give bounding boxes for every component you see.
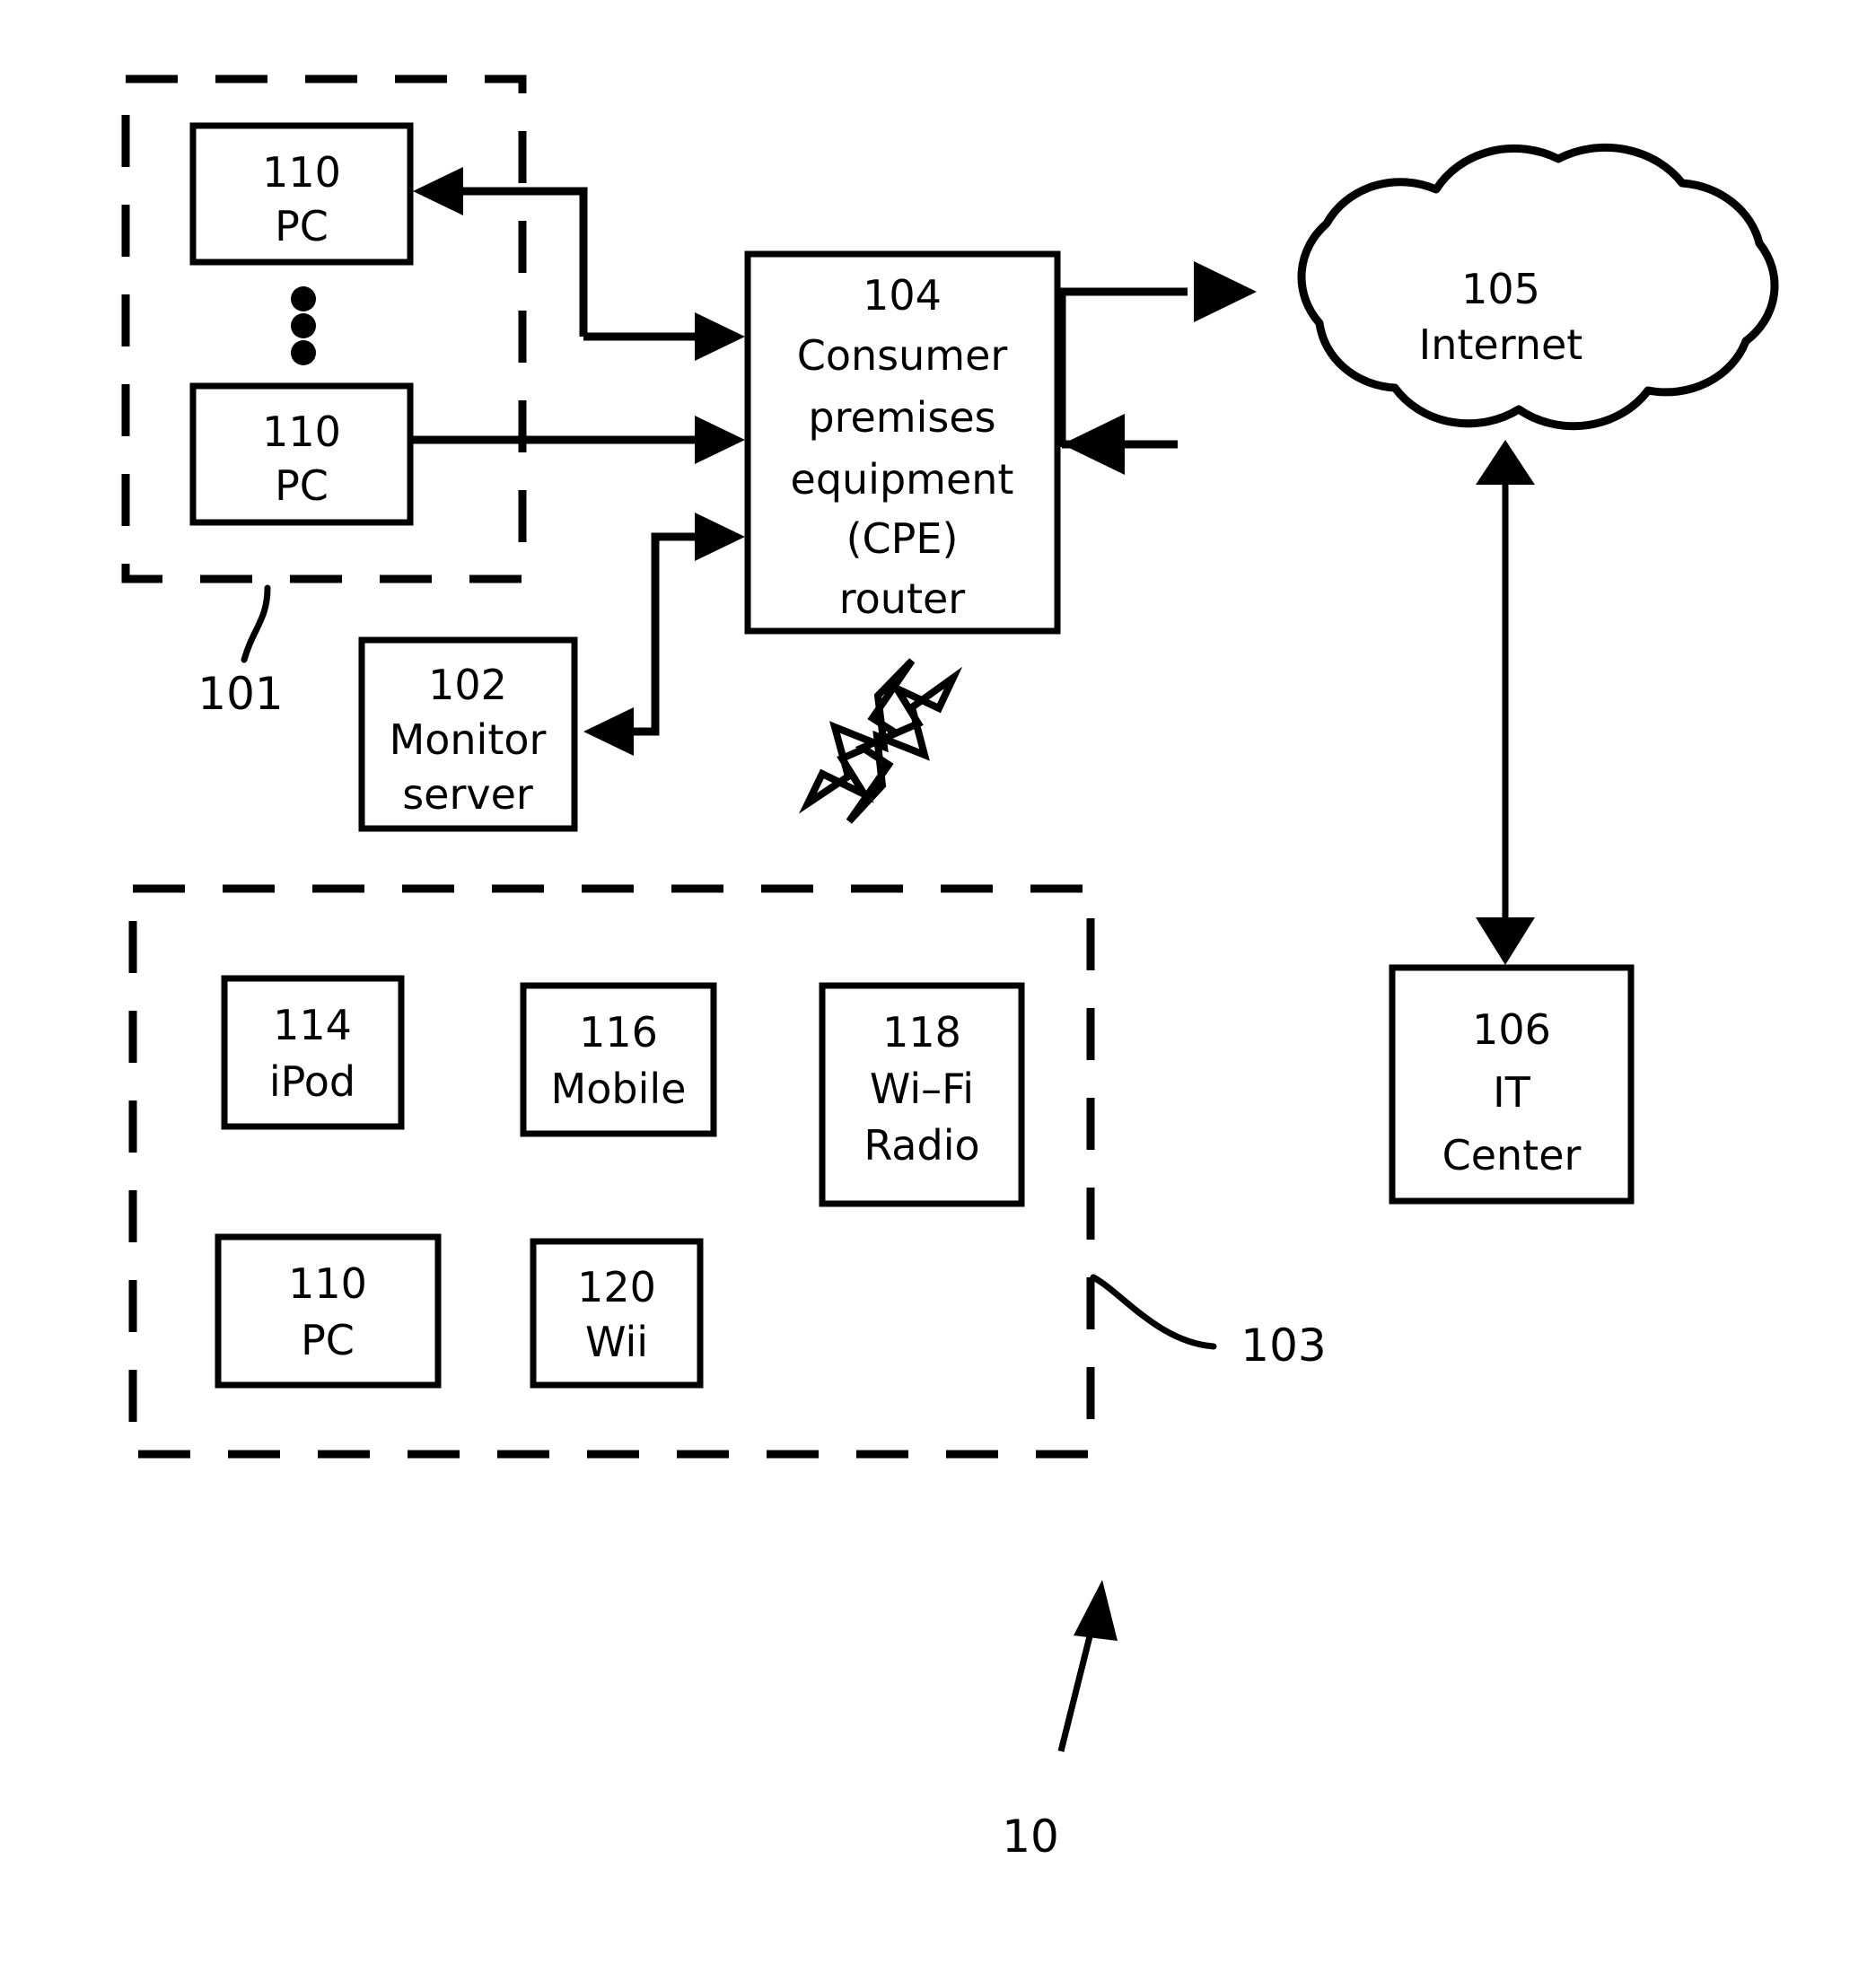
node-pc-wireless[interactable]: 110 PC bbox=[215, 1233, 442, 1389]
node-pc-wireless-line-0: 110 bbox=[288, 1259, 367, 1308]
node-mobile-line-0: 116 bbox=[579, 1008, 658, 1057]
node-pc-bottom-line-0: 110 bbox=[262, 408, 341, 456]
leader-line-101 bbox=[241, 584, 271, 663]
node-wifi-radio[interactable]: 118 Wi–Fi Radio bbox=[819, 982, 1025, 1207]
connector-cpe-to-monitor bbox=[619, 532, 709, 736]
node-pc-bottom[interactable]: 110 PC bbox=[189, 382, 414, 526]
network-diagram: 101 103 10 110 PC 110 PC 104 Consumer pr… bbox=[121, 75, 1779, 1863]
node-internet-line-1: Internet bbox=[1419, 320, 1583, 369]
node-monitor-line-1: Monitor bbox=[390, 715, 547, 764]
node-it-center-line-2: Center bbox=[1442, 1131, 1582, 1179]
ref-label-103: 103 bbox=[1240, 1320, 1326, 1372]
arrowhead-pc-top bbox=[413, 167, 463, 215]
node-pc-top-line-1: PC bbox=[275, 202, 329, 250]
arrowhead-cpe-in-3 bbox=[695, 513, 745, 561]
node-monitor-line-0: 102 bbox=[428, 661, 507, 709]
node-internet-line-0: 105 bbox=[1461, 265, 1540, 313]
node-pc-top-line-0: 110 bbox=[262, 148, 341, 197]
arrowhead-cpe-downstream bbox=[1062, 414, 1125, 475]
ellipsis-dot-2 bbox=[291, 313, 316, 338]
node-cpe-line-2: premises bbox=[808, 393, 995, 442]
arrowhead-monitor bbox=[583, 707, 634, 756]
node-monitor-server[interactable]: 102 Monitor server bbox=[358, 636, 578, 832]
node-it-center-line-1: IT bbox=[1493, 1068, 1531, 1117]
leader-line-103 bbox=[1090, 1274, 1217, 1350]
node-wii[interactable]: 120 Wii bbox=[530, 1238, 704, 1389]
node-internet-cloud[interactable]: 105 Internet bbox=[1297, 143, 1779, 431]
node-monitor-line-2: server bbox=[402, 770, 533, 819]
node-wifi-radio-line-2: Radio bbox=[863, 1121, 979, 1170]
arrowhead-internet-in bbox=[1194, 261, 1257, 322]
node-ipod-line-1: iPod bbox=[269, 1057, 355, 1106]
ellipsis-dot-3 bbox=[291, 340, 316, 365]
node-cpe-line-4: (CPE) bbox=[846, 514, 959, 563]
node-it-center-line-0: 106 bbox=[1472, 1005, 1551, 1054]
ellipsis-dot-1 bbox=[291, 286, 316, 311]
node-it-center[interactable]: 106 IT Center bbox=[1389, 964, 1635, 1205]
ref-label-101: 101 bbox=[197, 668, 283, 720]
node-cpe-line-0: 104 bbox=[863, 271, 942, 320]
node-cpe-line-1: Consumer bbox=[797, 331, 1008, 380]
node-wii-line-1: Wii bbox=[585, 1318, 648, 1366]
arrowhead-cpe-in-2 bbox=[695, 416, 745, 464]
node-pc-top[interactable]: 110 PC bbox=[189, 122, 414, 266]
node-ipod[interactable]: 114 iPod bbox=[221, 975, 405, 1130]
leader-line-figure-10 bbox=[1057, 1621, 1097, 1752]
patent-figure-canvas: 101 103 10 110 PC 110 PC 104 Consumer pr… bbox=[0, 0, 1876, 1964]
ref-label-figure-10: 10 bbox=[1002, 1811, 1059, 1863]
node-mobile-line-1: Mobile bbox=[551, 1065, 687, 1113]
node-wifi-radio-line-0: 118 bbox=[882, 1008, 961, 1057]
node-wii-line-0: 120 bbox=[577, 1263, 656, 1311]
node-pc-wireless-line-1: PC bbox=[301, 1316, 355, 1364]
arrowhead-cpe-in-1 bbox=[695, 312, 745, 361]
arrowhead-figure-10 bbox=[1074, 1580, 1118, 1641]
node-ipod-line-0: 114 bbox=[273, 1001, 352, 1049]
connector-cpe-to-pc-top bbox=[449, 187, 588, 337]
node-mobile[interactable]: 116 Mobile bbox=[520, 982, 717, 1137]
node-cpe-line-3: equipment bbox=[791, 455, 1014, 504]
wireless-link-icon bbox=[798, 658, 963, 824]
node-cpe-line-5: router bbox=[839, 574, 966, 623]
node-wifi-radio-line-1: Wi–Fi bbox=[870, 1065, 974, 1113]
node-cpe-router[interactable]: 104 Consumer premises equipment (CPE) ro… bbox=[744, 250, 1061, 635]
arrowhead-it-center-down bbox=[1476, 917, 1535, 965]
arrowhead-internet-up bbox=[1476, 440, 1535, 485]
node-pc-bottom-line-1: PC bbox=[275, 461, 329, 510]
